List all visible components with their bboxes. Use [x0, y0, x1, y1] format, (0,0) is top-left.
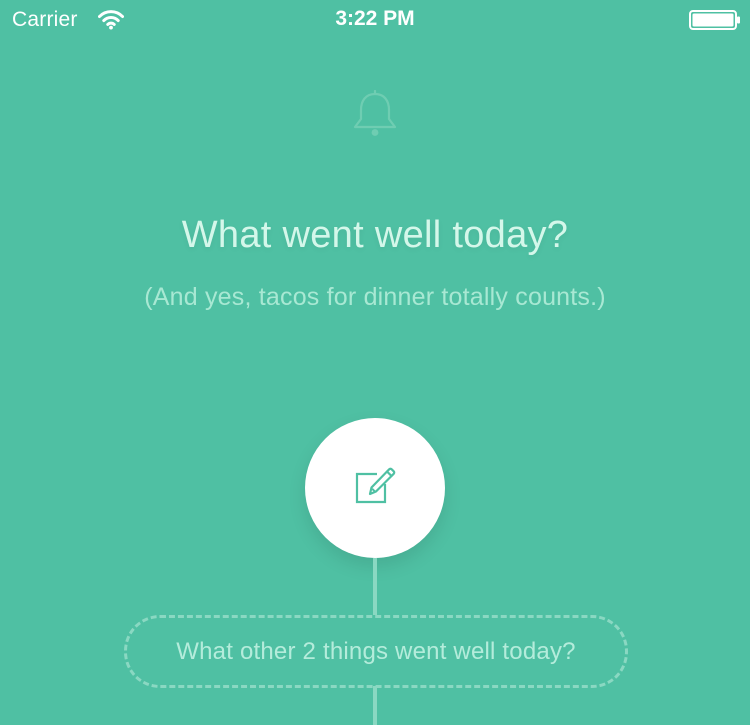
status-bar: Carrier 3:22 PM	[0, 0, 750, 42]
compose-button[interactable]	[305, 418, 445, 558]
next-prompt-label: What other 2 things went well today?	[176, 638, 576, 665]
connector-line	[373, 558, 377, 615]
page-subtitle: (And yes, tacos for dinner totally count…	[144, 283, 606, 311]
battery-icon	[689, 10, 740, 30]
connector-line	[373, 686, 377, 725]
next-prompt-button[interactable]: What other 2 things went well today?	[124, 615, 628, 688]
compose-icon	[355, 467, 396, 504]
status-time: 3:22 PM	[335, 7, 415, 30]
app-screen: Carrier 3:22 PM What went well today? (A…	[0, 0, 750, 725]
bell-icon[interactable]	[351, 90, 399, 140]
page-title: What went well today?	[181, 214, 569, 256]
